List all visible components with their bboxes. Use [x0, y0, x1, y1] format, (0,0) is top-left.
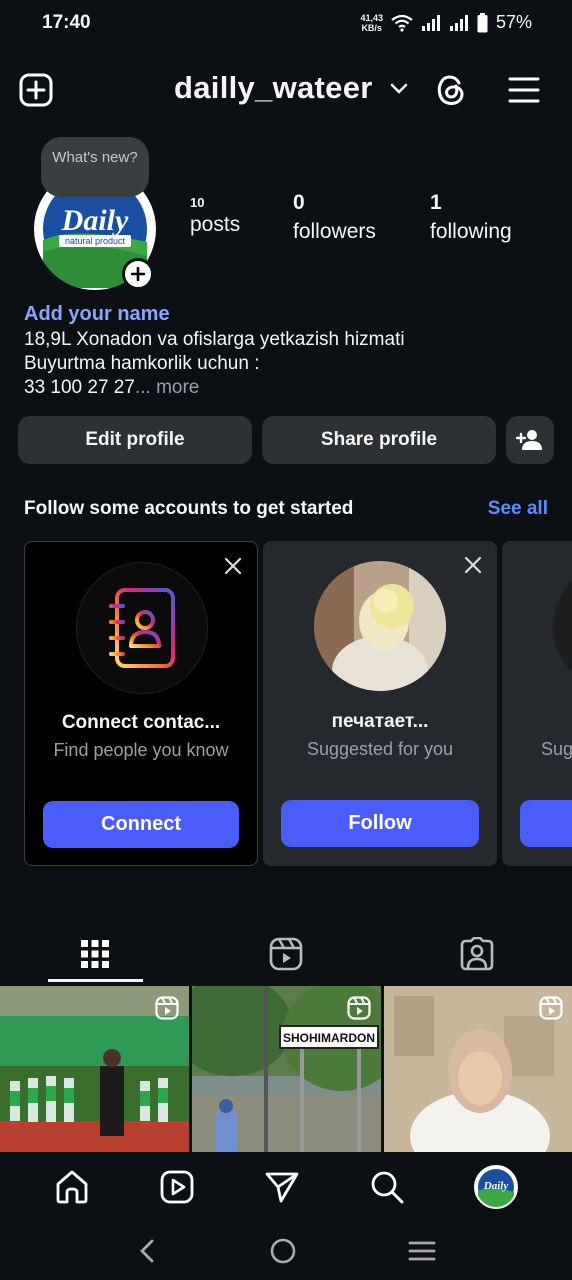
chevron-down-icon [390, 83, 408, 94]
logo-text: Daily [482, 1180, 508, 1192]
plus-icon [131, 267, 145, 281]
profile-avatar-small: Daily [477, 1169, 514, 1207]
posts-stat[interactable]: 10 posts [190, 195, 240, 237]
net-speed-value: 41,43 [360, 12, 383, 23]
post-thumbnail[interactable] [384, 986, 572, 1152]
dismiss-button[interactable] [221, 554, 245, 578]
connect-contacts-card: Connect contac... Find people you know C… [24, 541, 258, 866]
bottom-navigation: Daily [0, 1152, 572, 1222]
account-switcher-button[interactable] [389, 81, 409, 95]
sign-text: SHOHIMARDON [283, 1031, 375, 1045]
dismiss-button[interactable] [461, 553, 485, 577]
posts-label: posts [190, 213, 241, 236]
card-subtitle: Find people you know [53, 740, 229, 760]
following-stat[interactable]: 1 following [430, 191, 512, 244]
nav-profile-button[interactable]: Daily [473, 1165, 518, 1209]
tab-tagged[interactable] [382, 926, 572, 982]
bio-ellipsis: ... [134, 377, 151, 398]
profile-username[interactable]: dailly_wateer [174, 70, 373, 106]
nav-reels-button[interactable] [159, 1169, 195, 1205]
menu-icon [508, 77, 540, 103]
close-icon [464, 556, 482, 574]
card-subtitle: Sug [541, 739, 572, 759]
followers-count: 0 [293, 191, 305, 214]
nav-direct-button[interactable] [264, 1169, 300, 1205]
add-story-button[interactable] [122, 258, 154, 290]
system-home-button[interactable] [269, 1237, 297, 1265]
back-icon [139, 1239, 154, 1263]
wifi-icon [391, 14, 413, 32]
battery-percent: 57% [495, 12, 532, 32]
home-circle-icon [270, 1238, 296, 1264]
following-label: following [430, 220, 512, 243]
connect-button[interactable]: Connect [43, 801, 239, 848]
add-name-link[interactable]: Add your name [24, 303, 170, 326]
net-speed-unit: KB/s [361, 22, 382, 33]
suggested-avatar[interactable] [553, 561, 572, 691]
bio-line: 33 100 27 27 [24, 377, 135, 398]
send-icon [265, 1172, 299, 1203]
threads-button[interactable] [431, 70, 471, 110]
card-title: Connect contac... [61, 712, 221, 733]
contacts-icon [76, 562, 208, 694]
tab-reels[interactable] [191, 926, 381, 982]
logo-text: Daily [61, 204, 129, 237]
add-person-icon [516, 430, 542, 450]
card-subtitle: Suggested for you [306, 739, 454, 759]
signal-icon [449, 14, 469, 32]
logo-subtext: natural product [65, 236, 126, 246]
add-post-button[interactable] [16, 70, 56, 110]
recents-icon [408, 1241, 436, 1261]
edit-profile-button[interactable]: Edit profile [18, 416, 252, 464]
active-tab-indicator [48, 979, 143, 982]
suggested-account-card: Sug [502, 541, 572, 866]
close-icon [224, 557, 242, 575]
bio-more-link[interactable]: more [151, 377, 199, 398]
system-recents-button[interactable] [408, 1239, 436, 1263]
reel-icon [347, 996, 371, 1020]
system-back-button[interactable] [136, 1238, 158, 1264]
reel-icon [539, 996, 563, 1020]
search-icon [371, 1171, 404, 1204]
status-time: 17:40 [42, 12, 91, 33]
system-navigation [0, 1222, 572, 1280]
discover-people-button[interactable] [506, 416, 554, 464]
follow-button[interactable] [520, 800, 572, 847]
followers-stat[interactable]: 0 followers [293, 191, 376, 244]
signal-icon [421, 14, 441, 32]
grid-icon [81, 940, 109, 968]
bio-line-truncated: 33 100 27 27... more [24, 376, 405, 400]
status-icons: 41,43 KB/s 57% [360, 12, 532, 33]
nav-home-button[interactable] [54, 1169, 90, 1205]
share-profile-button[interactable]: Share profile [262, 416, 496, 464]
posts-count: 10 [190, 195, 205, 210]
reels-icon [269, 937, 303, 971]
post-thumbnail[interactable]: SHOHIMARDON [192, 986, 381, 1152]
post-thumbnail[interactable] [0, 986, 189, 1152]
tab-posts-grid[interactable] [0, 926, 190, 982]
follow-button[interactable]: Follow [281, 800, 479, 847]
reels-icon [160, 1170, 194, 1204]
nav-search-button[interactable] [369, 1169, 405, 1205]
battery-icon [477, 12, 488, 33]
bio-line: Buyurtma hamkorlik uchun : [24, 353, 260, 374]
reel-icon [155, 996, 179, 1020]
tagged-user-icon [460, 937, 494, 971]
threads-icon [437, 75, 464, 105]
net-speed: 41,43 KB/s [360, 13, 383, 33]
suggested-account-card: печатает... Suggested for you Follow [263, 541, 497, 866]
suggestions-title: Follow some accounts to get started [24, 498, 354, 519]
home-icon [56, 1170, 88, 1204]
card-title: печатает... [331, 711, 429, 732]
add-post-icon [19, 73, 53, 107]
note-bubble[interactable]: What's new? [41, 137, 149, 197]
following-count: 1 [430, 191, 442, 214]
menu-button[interactable] [504, 70, 544, 110]
suggested-avatar[interactable] [314, 561, 446, 691]
bio: 18,9L Xonadon va ofislarga yetkazish hiz… [24, 328, 405, 400]
see-all-link[interactable]: See all [488, 498, 548, 520]
followers-label: followers [293, 220, 376, 243]
bio-line: 18,9L Xonadon va ofislarga yetkazish hiz… [24, 329, 405, 350]
